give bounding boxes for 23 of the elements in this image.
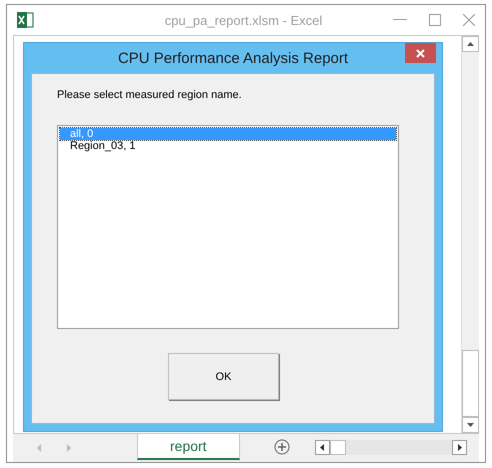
scroll-right-button[interactable] — [452, 440, 467, 455]
prompt-text: Please select measured region name. — [57, 89, 243, 101]
minimize-icon[interactable] — [393, 19, 407, 21]
close-icon[interactable] — [463, 14, 475, 26]
scroll-thumb[interactable] — [330, 440, 346, 455]
triangle-up-icon — [467, 42, 474, 46]
scroll-down-button[interactable] — [462, 417, 479, 433]
sheet-tab[interactable]: report — [137, 434, 240, 460]
triangle-down-icon — [467, 423, 474, 427]
close-icon — [416, 48, 425, 58]
window-title: cpu_pa_report.xlsm - Excel — [164, 12, 324, 28]
excel-icon — [17, 12, 34, 28]
add-sheet-icon[interactable] — [274, 439, 290, 455]
scroll-up-button[interactable] — [462, 36, 479, 52]
ok-button[interactable]: OK — [168, 353, 279, 400]
maximize-icon[interactable] — [429, 14, 441, 26]
dialog-title: CPU Performance Analysis Report — [116, 50, 350, 67]
scroll-left-button[interactable] — [315, 440, 330, 455]
horizontal-scrollbar[interactable] — [315, 440, 467, 455]
list-item[interactable]: Region_03, 1 — [60, 140, 396, 152]
region-listbox[interactable]: all, 0 Region_03, 1 — [57, 125, 399, 329]
close-button[interactable] — [405, 43, 436, 63]
scroll-thumb[interactable] — [462, 350, 479, 417]
